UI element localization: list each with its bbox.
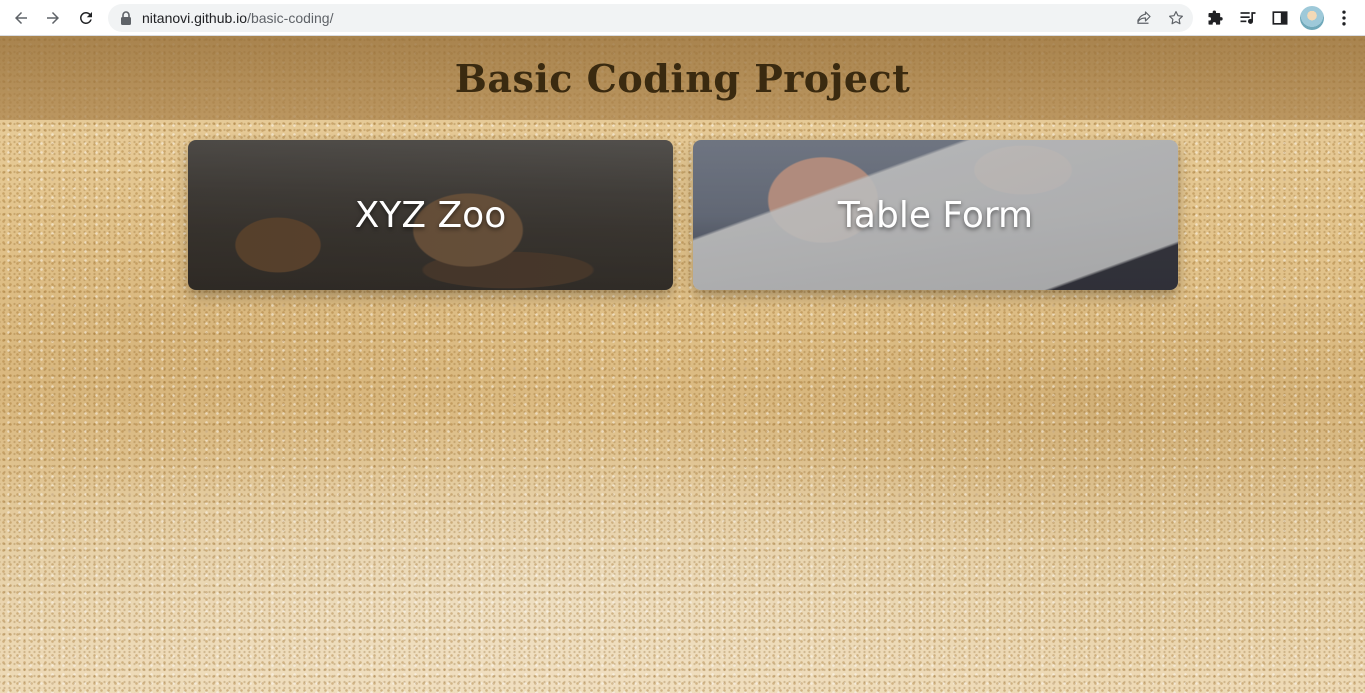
profile-avatar[interactable] xyxy=(1300,6,1324,30)
star-icon[interactable] xyxy=(1167,9,1185,27)
arrow-right-icon xyxy=(47,12,59,24)
page-title: Basic Coding Project xyxy=(454,55,911,101)
card-label: XYZ Zoo xyxy=(354,194,507,236)
arrow-left-icon xyxy=(15,12,27,24)
card-table-form[interactable]: Table Form xyxy=(693,140,1178,290)
url-text[interactable]: nitanovi.github.io/basic-coding/ xyxy=(142,9,333,27)
card-label: Table Form xyxy=(837,194,1034,236)
address-bar[interactable]: nitanovi.github.io/basic-coding/ xyxy=(108,4,1193,32)
share-icon[interactable] xyxy=(1135,9,1153,27)
back-button[interactable] xyxy=(9,6,33,30)
lock-icon[interactable] xyxy=(120,11,132,25)
page-header: Basic Coding Project xyxy=(0,36,1365,120)
side-panel-icon[interactable] xyxy=(1270,8,1290,28)
url-path: /basic-coding/ xyxy=(247,10,334,26)
url-host: nitanovi.github.io xyxy=(142,10,248,26)
sand-background xyxy=(0,36,1365,693)
media-queue-icon[interactable] xyxy=(1238,8,1258,28)
reload-icon xyxy=(79,11,92,24)
puzzle-icon[interactable] xyxy=(1206,8,1226,28)
page-viewport: Basic Coding Project XYZ Zoo Table Form xyxy=(0,36,1365,693)
browser-window: nitanovi.github.io/basic-coding/ Basic C… xyxy=(0,0,1365,693)
reload-button[interactable] xyxy=(74,6,98,30)
card-xyz-zoo[interactable]: XYZ Zoo xyxy=(188,140,673,290)
browser-toolbar: nitanovi.github.io/basic-coding/ xyxy=(0,0,1365,36)
forward-button[interactable] xyxy=(41,6,65,30)
kebab-menu-icon[interactable] xyxy=(1334,8,1354,28)
